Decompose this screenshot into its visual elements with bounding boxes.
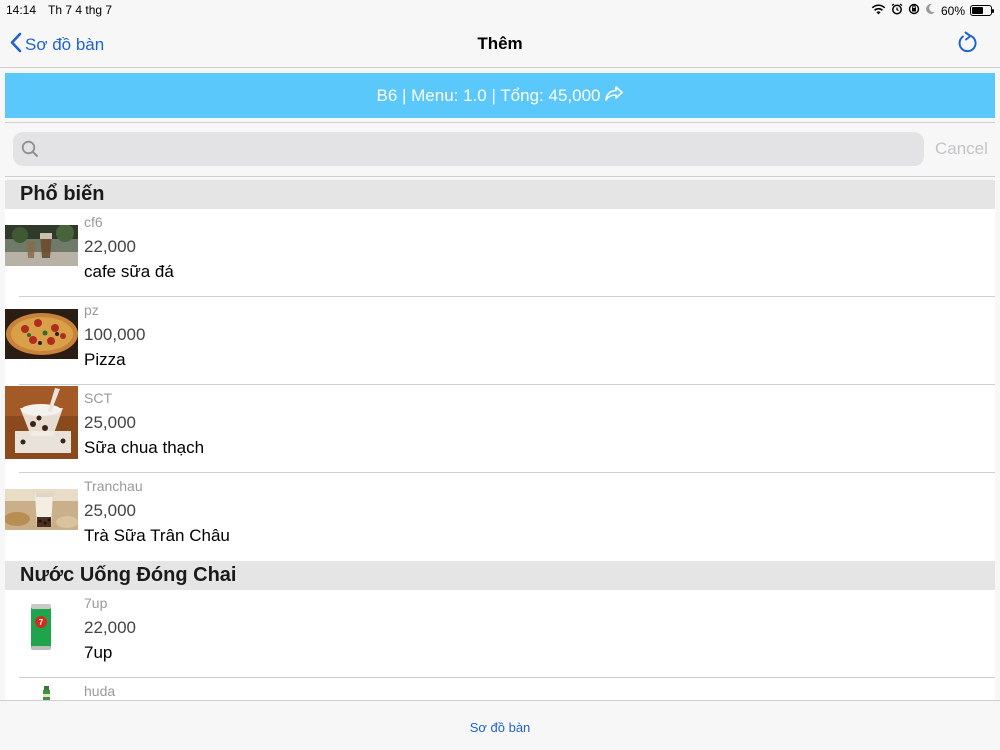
alarm-icon bbox=[891, 3, 903, 18]
status-time: 14:14 bbox=[6, 3, 37, 17]
status-right: 60% bbox=[871, 3, 994, 18]
item-name: 7up bbox=[84, 643, 113, 662]
section-header-bottled-drinks: Nước Uống Đóng Chai bbox=[5, 561, 995, 590]
refresh-button[interactable] bbox=[956, 30, 980, 56]
item-code: pz bbox=[84, 302, 99, 318]
order-summary-text: B6 | Menu: 1.0 | Tổng: 45,000 bbox=[376, 85, 601, 105]
page-title: Thêm bbox=[477, 34, 523, 53]
wifi-icon bbox=[871, 3, 886, 18]
item-price: 22,000 bbox=[84, 618, 136, 637]
item-code: SCT bbox=[84, 390, 112, 406]
item-name: Trà Sữa Trân Châu bbox=[84, 526, 230, 545]
item-code: huda bbox=[84, 683, 116, 699]
rotation-lock-icon bbox=[908, 3, 920, 18]
menu-item[interactable]: 7 7up 22,000 7up bbox=[5, 590, 995, 678]
item-name: cafe sữa đá bbox=[84, 262, 174, 281]
iced-coffee-photo bbox=[5, 225, 78, 266]
battery-icon bbox=[970, 5, 994, 16]
refresh-icon bbox=[956, 31, 980, 60]
item-price: 100,000 bbox=[84, 325, 146, 344]
item-name: Sữa chua thạch bbox=[84, 438, 205, 457]
menu-item[interactable]: SCT 25,000 Sữa chua thạch bbox=[5, 385, 995, 473]
cancel-button[interactable]: Cancel bbox=[935, 139, 988, 159]
moon-icon bbox=[925, 3, 936, 18]
status-date: Th 7 4 thg 7 bbox=[48, 3, 113, 17]
menu-item[interactable]: cf6 22,000 cafe sữa đá bbox=[5, 209, 995, 297]
menu-item[interactable]: Tranchau 25,000 Trà Sữa Trân Châu bbox=[5, 473, 995, 561]
status-bar: 14:14 Th 7 4 thg 7 60% bbox=[0, 0, 1000, 20]
tab-bar: Sơ đồ bàn bbox=[0, 700, 1000, 750]
bubble-tea-photo bbox=[5, 489, 78, 530]
navigation-bar: Sơ đồ bàn Thêm bbox=[0, 20, 1000, 68]
battery-percent: 60% bbox=[940, 3, 965, 18]
menu-item[interactable]: huda bbox=[5, 678, 995, 700]
divider bbox=[5, 122, 995, 123]
item-name: Pizza bbox=[84, 350, 126, 369]
item-code: 7up bbox=[84, 595, 108, 611]
tab-table-map[interactable]: Sơ đồ bàn bbox=[0, 720, 1000, 735]
section-header-popular: Phổ biến bbox=[5, 180, 995, 209]
7up-can-photo: 7 bbox=[5, 602, 78, 652]
item-price: 22,000 bbox=[84, 237, 136, 256]
search-input[interactable] bbox=[49, 132, 909, 166]
huda-bottle-photo bbox=[5, 686, 78, 700]
item-code: Tranchau bbox=[84, 478, 143, 494]
status-left: 14:14 Th 7 4 thg 7 bbox=[6, 3, 112, 17]
item-price: 25,000 bbox=[84, 501, 136, 520]
search-bar bbox=[13, 132, 924, 166]
share-arrow-icon bbox=[604, 85, 624, 107]
divider bbox=[5, 176, 995, 177]
yogurt-jelly-photo bbox=[5, 386, 78, 459]
svg-text:7: 7 bbox=[39, 618, 44, 627]
order-summary-banner[interactable]: B6 | Menu: 1.0 | Tổng: 45,000 bbox=[5, 73, 995, 118]
menu-list: Phổ biến cf6 22,000 cafe sữa đá pz 100,0… bbox=[5, 180, 995, 700]
battery-fill bbox=[972, 7, 983, 14]
menu-item[interactable]: pz 100,000 Pizza bbox=[5, 297, 995, 385]
item-code: cf6 bbox=[84, 214, 103, 230]
item-price: 25,000 bbox=[84, 413, 136, 432]
pizza-photo bbox=[5, 309, 78, 359]
